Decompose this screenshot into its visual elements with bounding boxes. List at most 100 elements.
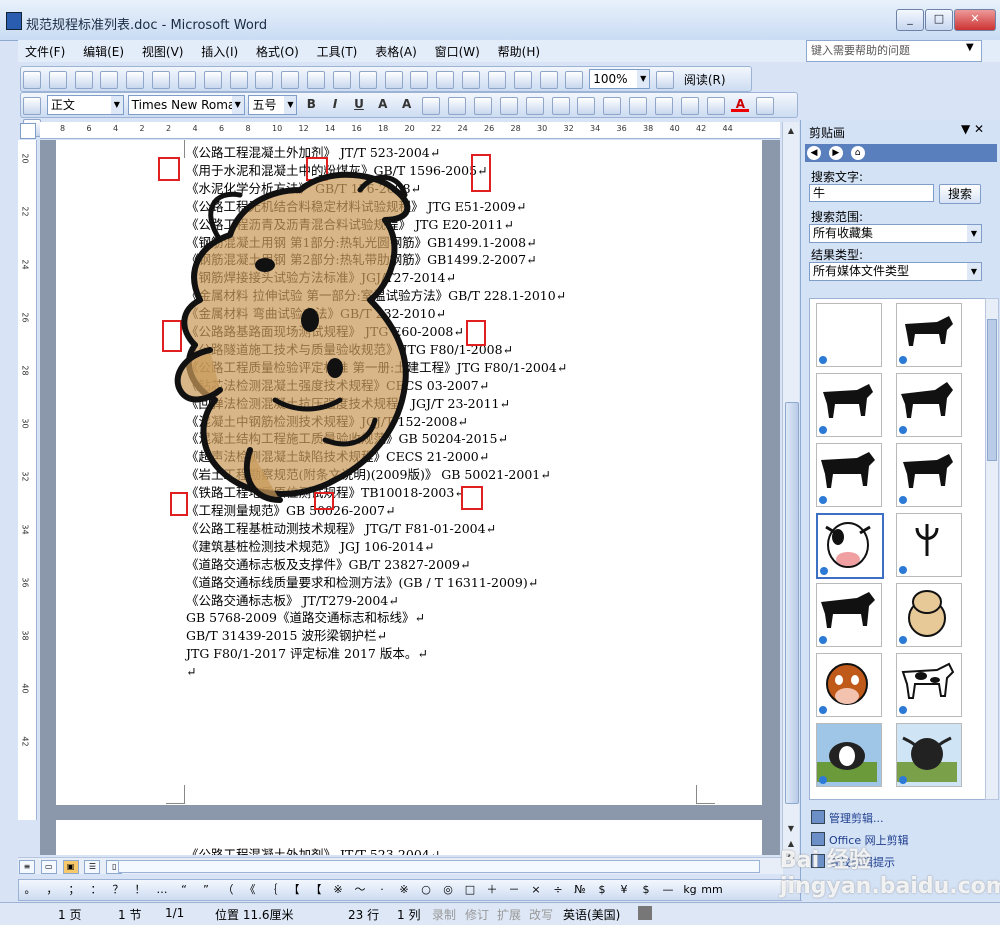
scroll-thumb[interactable]	[987, 319, 997, 461]
close-button[interactable]: ✕	[954, 9, 996, 31]
cut-icon[interactable]	[229, 71, 248, 89]
back-icon[interactable]: ◀	[807, 146, 821, 160]
symbol-button[interactable]: ！	[129, 880, 151, 900]
clip-results-scrollbar[interactable]	[985, 298, 999, 800]
symbol-button[interactable]: ｛	[261, 880, 283, 900]
font-color-icon[interactable]: A	[731, 95, 750, 112]
symbol-button[interactable]: ”	[195, 880, 217, 900]
menu-format[interactable]: 格式(O)	[249, 40, 306, 63]
new-doc-icon[interactable]	[23, 71, 41, 89]
show-hide-icon[interactable]	[565, 71, 584, 89]
menu-tools[interactable]: 工具(T)	[310, 40, 365, 63]
horizontal-scrollbar[interactable]	[118, 860, 760, 873]
symbol-button[interactable]: ～	[349, 880, 371, 900]
document-page-2[interactable]: 《公路工程混凝土外加剂》 JT/T 523-2004↵	[56, 820, 762, 855]
search-input[interactable]: 牛	[809, 184, 934, 202]
clip-item[interactable]	[896, 373, 962, 437]
phonetic-guide-icon[interactable]	[422, 97, 441, 115]
help-search-input[interactable]: 键入需要帮助的问题	[806, 40, 982, 62]
style-select[interactable]: 正文 ▼	[46, 95, 124, 115]
menu-insert[interactable]: 插入(I)	[194, 40, 245, 63]
symbol-button[interactable]: ＋	[481, 880, 503, 900]
help-icon[interactable]	[656, 71, 675, 89]
zoom-select[interactable]: 100% ▼	[589, 69, 651, 89]
symbol-button[interactable]: “	[173, 880, 195, 900]
bold-icon[interactable]: B	[302, 95, 320, 113]
char-shading-icon[interactable]: A	[398, 95, 416, 113]
symbol-button[interactable]: 《	[239, 880, 261, 900]
clip-item-selected[interactable]	[816, 513, 884, 579]
symbol-button[interactable]: （	[217, 880, 239, 900]
help-dropdown-icon[interactable]: ▼	[966, 42, 974, 53]
vertical-scrollbar[interactable]: ▲ ▼ ▲ ●	[782, 122, 799, 862]
symbol-button[interactable]: －	[503, 880, 525, 900]
document-map-icon[interactable]	[539, 71, 558, 89]
increase-indent-icon[interactable]	[680, 97, 699, 115]
menu-table[interactable]: 表格(A)	[368, 40, 424, 63]
undo-icon[interactable]	[332, 71, 351, 89]
styles-formatting-icon[interactable]	[23, 97, 41, 115]
redo-icon[interactable]	[358, 71, 377, 89]
forward-icon[interactable]: ▶	[828, 146, 843, 160]
symbol-button[interactable]: ○	[415, 880, 437, 900]
clip-item[interactable]	[896, 723, 962, 787]
scroll-up-icon[interactable]: ▲	[784, 124, 798, 138]
outline-view-icon[interactable]: ☰	[84, 860, 101, 874]
print-icon[interactable]	[126, 71, 145, 89]
search-button[interactable]: 搜索	[939, 184, 981, 204]
menu-view[interactable]: 视图(V)	[135, 40, 191, 63]
status-trk[interactable]: 修订	[465, 906, 489, 923]
clip-item[interactable]	[896, 303, 962, 367]
clip-item[interactable]	[816, 583, 882, 647]
status-rec[interactable]: 录制	[432, 906, 456, 923]
print-preview-icon[interactable]	[152, 71, 171, 89]
symbol-button[interactable]: $	[635, 880, 657, 900]
print-layout-icon[interactable]: ▣	[62, 860, 79, 874]
status-ext[interactable]: 扩展	[497, 906, 521, 923]
symbol-button[interactable]: mm	[701, 880, 723, 900]
open-icon[interactable]	[48, 71, 67, 89]
task-pane-close-icon[interactable]: ▼ ✕	[961, 122, 984, 136]
clip-item[interactable]	[896, 443, 962, 507]
font-size-select[interactable]: 五号 ▼	[248, 95, 298, 115]
minimize-button[interactable]: _	[896, 9, 924, 31]
symbol-button[interactable]: $	[591, 880, 613, 900]
symbol-button[interactable]: 【	[283, 880, 305, 900]
symbol-button[interactable]: ※	[393, 880, 415, 900]
permission-icon[interactable]	[100, 71, 119, 89]
scroll-down-icon[interactable]: ▼	[784, 822, 798, 836]
symbol-button[interactable]: ？	[107, 880, 129, 900]
italic-icon[interactable]: I	[326, 95, 344, 113]
justify-icon[interactable]	[525, 97, 544, 115]
align-left-icon[interactable]	[448, 97, 467, 115]
underline-icon[interactable]: U	[350, 95, 368, 113]
clip-item[interactable]	[896, 513, 962, 577]
save-icon[interactable]	[74, 71, 93, 89]
maximize-button[interactable]: □	[925, 9, 953, 31]
hyperlink-icon[interactable]	[384, 71, 403, 89]
char-border-icon[interactable]: A	[374, 95, 392, 113]
vertical-ruler[interactable]: 20 22 24 26 28 30 32 34 36 38 40 42	[18, 140, 37, 820]
symbol-button[interactable]: 。	[19, 880, 41, 900]
menu-help[interactable]: 帮助(H)	[491, 40, 547, 63]
highlight-icon[interactable]	[706, 97, 725, 115]
symbol-button[interactable]: …	[151, 880, 173, 900]
clip-item[interactable]	[896, 653, 962, 717]
line-spacing-icon[interactable]	[577, 97, 596, 115]
drawing-icon[interactable]	[513, 71, 532, 89]
symbol-button[interactable]: ·	[371, 880, 393, 900]
clip-item[interactable]	[816, 723, 882, 787]
web-view-icon[interactable]: ▭	[40, 860, 57, 874]
normal-view-icon[interactable]: ≡	[19, 860, 35, 874]
numbering-icon[interactable]	[603, 97, 622, 115]
symbol-button[interactable]: 【	[305, 880, 327, 900]
symbol-button[interactable]: ；	[63, 880, 85, 900]
emphasis-icon[interactable]	[756, 97, 775, 115]
clip-item[interactable]	[896, 583, 962, 647]
scroll-thumb[interactable]	[785, 402, 799, 804]
status-ovr[interactable]: 改写	[529, 906, 553, 923]
home-icon[interactable]: ⌂	[850, 146, 865, 160]
organize-clips-link[interactable]: 管理剪辑...	[829, 810, 884, 826]
clip-item[interactable]	[816, 303, 882, 367]
font-select[interactable]: Times New Roman ▼	[127, 95, 245, 115]
